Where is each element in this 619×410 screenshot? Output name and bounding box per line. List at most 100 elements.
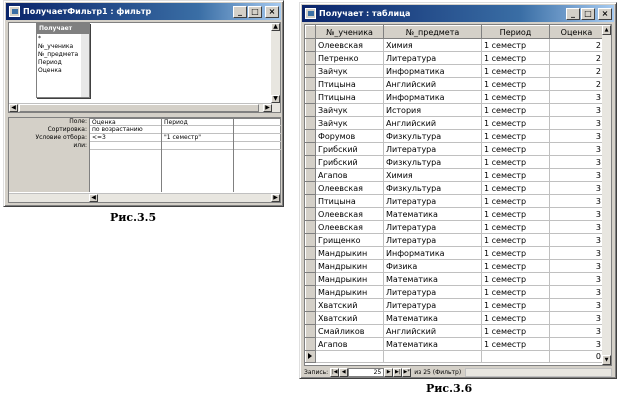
- table-cell[interactable]: Литература: [383, 142, 482, 156]
- table-cell[interactable]: [383, 350, 482, 363]
- table-cell[interactable]: 1 семестр: [481, 194, 550, 208]
- grid-column-empty[interactable]: [233, 118, 281, 192]
- table-row[interactable]: Петренко Литература 1 семестр 2: [305, 51, 604, 65]
- table-cell[interactable]: 1 семестр: [481, 272, 550, 286]
- table-cell[interactable]: 3: [549, 337, 604, 351]
- table-cell[interactable]: Грищенко: [315, 233, 384, 247]
- table-cell[interactable]: Мандрыкин: [315, 246, 384, 260]
- table-cell[interactable]: 3: [549, 103, 604, 117]
- table-row[interactable]: Олеевская Литература 1 семестр 3: [305, 220, 604, 234]
- table-cell[interactable]: 1 семестр: [481, 324, 550, 338]
- row-selector[interactable]: [305, 64, 316, 78]
- table-cell[interactable]: 1 семестр: [481, 207, 550, 221]
- scroll-left-arrow-icon[interactable]: ◀: [89, 194, 98, 202]
- table-row[interactable]: Мандрыкин Физика 1 семестр 3: [305, 259, 604, 273]
- table-row[interactable]: Грибский Литература 1 семестр 3: [305, 142, 604, 156]
- table-cell[interactable]: Птицына: [315, 77, 384, 91]
- table-cell[interactable]: 1 семестр: [481, 142, 550, 156]
- table-cell[interactable]: Хватский: [315, 311, 384, 325]
- row-selector[interactable]: [305, 77, 316, 91]
- table-cell[interactable]: Птицына: [315, 90, 384, 104]
- grid-cell-criteria[interactable]: "1 семестр": [162, 134, 233, 142]
- scroll-thumb[interactable]: [19, 104, 259, 112]
- table-cell[interactable]: 1 семестр: [481, 116, 550, 130]
- table-cell[interactable]: Олеевская: [315, 207, 384, 221]
- table-hscroll[interactable]: [465, 367, 612, 377]
- table-cell[interactable]: Математика: [383, 272, 482, 286]
- record-number-field[interactable]: 25: [348, 367, 385, 377]
- table-row[interactable]: Грибский Физкультура 1 семестр 3: [305, 155, 604, 169]
- table-cell[interactable]: Мандрыкин: [315, 272, 384, 286]
- table-cell[interactable]: 3: [549, 129, 604, 143]
- table-cell[interactable]: 1 семестр: [481, 337, 550, 351]
- grid-cell-sort[interactable]: по возрастанию: [90, 126, 161, 134]
- table-cell[interactable]: 3: [549, 181, 604, 195]
- row-selector[interactable]: [305, 272, 316, 286]
- field-list-item[interactable]: Период: [37, 59, 81, 67]
- grid-cell-field[interactable]: Период: [162, 118, 233, 126]
- table-cell[interactable]: 1 семестр: [481, 285, 550, 299]
- table-row[interactable]: Мандрыкин Информатика 1 семестр 3: [305, 246, 604, 260]
- field-list-item[interactable]: №_ученика: [37, 43, 81, 51]
- row-selector[interactable]: [305, 259, 316, 273]
- table-cell[interactable]: Агапов: [315, 168, 384, 182]
- table-cell[interactable]: 3: [549, 246, 604, 260]
- first-record-icon[interactable]: |◀: [330, 367, 340, 377]
- grid-cell[interactable]: [234, 134, 281, 142]
- table-window-titlebar[interactable]: Получает : таблица _ □ ×: [302, 5, 614, 22]
- table-cell[interactable]: 1 семестр: [481, 90, 550, 104]
- row-selector[interactable]: [305, 90, 316, 104]
- table-cell[interactable]: 3: [549, 194, 604, 208]
- scroll-right-arrow-icon[interactable]: ▶: [271, 194, 280, 202]
- table-cell[interactable]: 3: [549, 298, 604, 312]
- close-button[interactable]: ×: [265, 5, 279, 18]
- table-cell[interactable]: 3: [549, 311, 604, 325]
- grid-cell-or[interactable]: [90, 142, 161, 150]
- row-selector[interactable]: [305, 103, 316, 117]
- table-cell[interactable]: Зайчук: [315, 103, 384, 117]
- row-selector[interactable]: [305, 207, 316, 221]
- table-row[interactable]: Олеевская Физкультура 1 семестр 3: [305, 181, 604, 195]
- table-cell[interactable]: Физика: [383, 259, 482, 273]
- table-row[interactable]: Агапов Математика 1 семестр 3: [305, 337, 604, 351]
- scroll-up-arrow-icon[interactable]: ▲: [271, 23, 280, 31]
- scroll-left-arrow-icon[interactable]: ◀: [9, 104, 18, 112]
- table-cell[interactable]: 3: [549, 233, 604, 247]
- table-cell[interactable]: Петренко: [315, 51, 384, 65]
- table-cell[interactable]: Математика: [383, 207, 482, 221]
- table-cell[interactable]: Литература: [383, 220, 482, 234]
- table-cell[interactable]: 1 семестр: [481, 168, 550, 182]
- table-row[interactable]: Мандрыкин Математика 1 семестр 3: [305, 272, 604, 286]
- maximize-button[interactable]: □: [581, 7, 595, 20]
- table-cell[interactable]: История: [383, 103, 482, 117]
- field-list-item[interactable]: №_предмета: [37, 51, 81, 59]
- table-row[interactable]: Грищенко Литература 1 семестр 3: [305, 233, 604, 247]
- table-cell[interactable]: Смайликов: [315, 324, 384, 338]
- grid-cell-field[interactable]: Оценка: [90, 118, 161, 126]
- scroll-down-arrow-icon[interactable]: ▼: [271, 95, 280, 103]
- table-cell[interactable]: Литература: [383, 298, 482, 312]
- table-cell[interactable]: 1 семестр: [481, 64, 550, 78]
- row-selector[interactable]: [305, 155, 316, 169]
- row-selector[interactable]: [305, 337, 316, 351]
- table-cell[interactable]: 1 семестр: [481, 38, 550, 52]
- table-row[interactable]: Зайчук Информатика 1 семестр 2: [305, 64, 604, 78]
- column-header[interactable]: Оценка: [549, 25, 604, 39]
- table-cell[interactable]: Хватский: [315, 298, 384, 312]
- table-cell[interactable]: Литература: [383, 194, 482, 208]
- table-cell[interactable]: Физкультура: [383, 181, 482, 195]
- table-row[interactable]: Олеевская Математика 1 семестр 3: [305, 207, 604, 221]
- table-cell[interactable]: 1 семестр: [481, 246, 550, 260]
- table-cell[interactable]: Олеевская: [315, 181, 384, 195]
- row-selector[interactable]: [305, 38, 316, 52]
- table-row[interactable]: Смайликов Английский 1 семестр 3: [305, 324, 604, 338]
- grid-hscroll[interactable]: ◀ ▶: [9, 193, 280, 202]
- table-cell[interactable]: Литература: [383, 51, 482, 65]
- table-cell[interactable]: Олеевская: [315, 38, 384, 52]
- table-cell[interactable]: 3: [549, 155, 604, 169]
- table-cell[interactable]: Агапов: [315, 337, 384, 351]
- row-selector[interactable]: [305, 116, 316, 130]
- row-selector[interactable]: [305, 51, 316, 65]
- table-row[interactable]: Птицына Литература 1 семестр 3: [305, 194, 604, 208]
- column-header[interactable]: Период: [481, 25, 550, 39]
